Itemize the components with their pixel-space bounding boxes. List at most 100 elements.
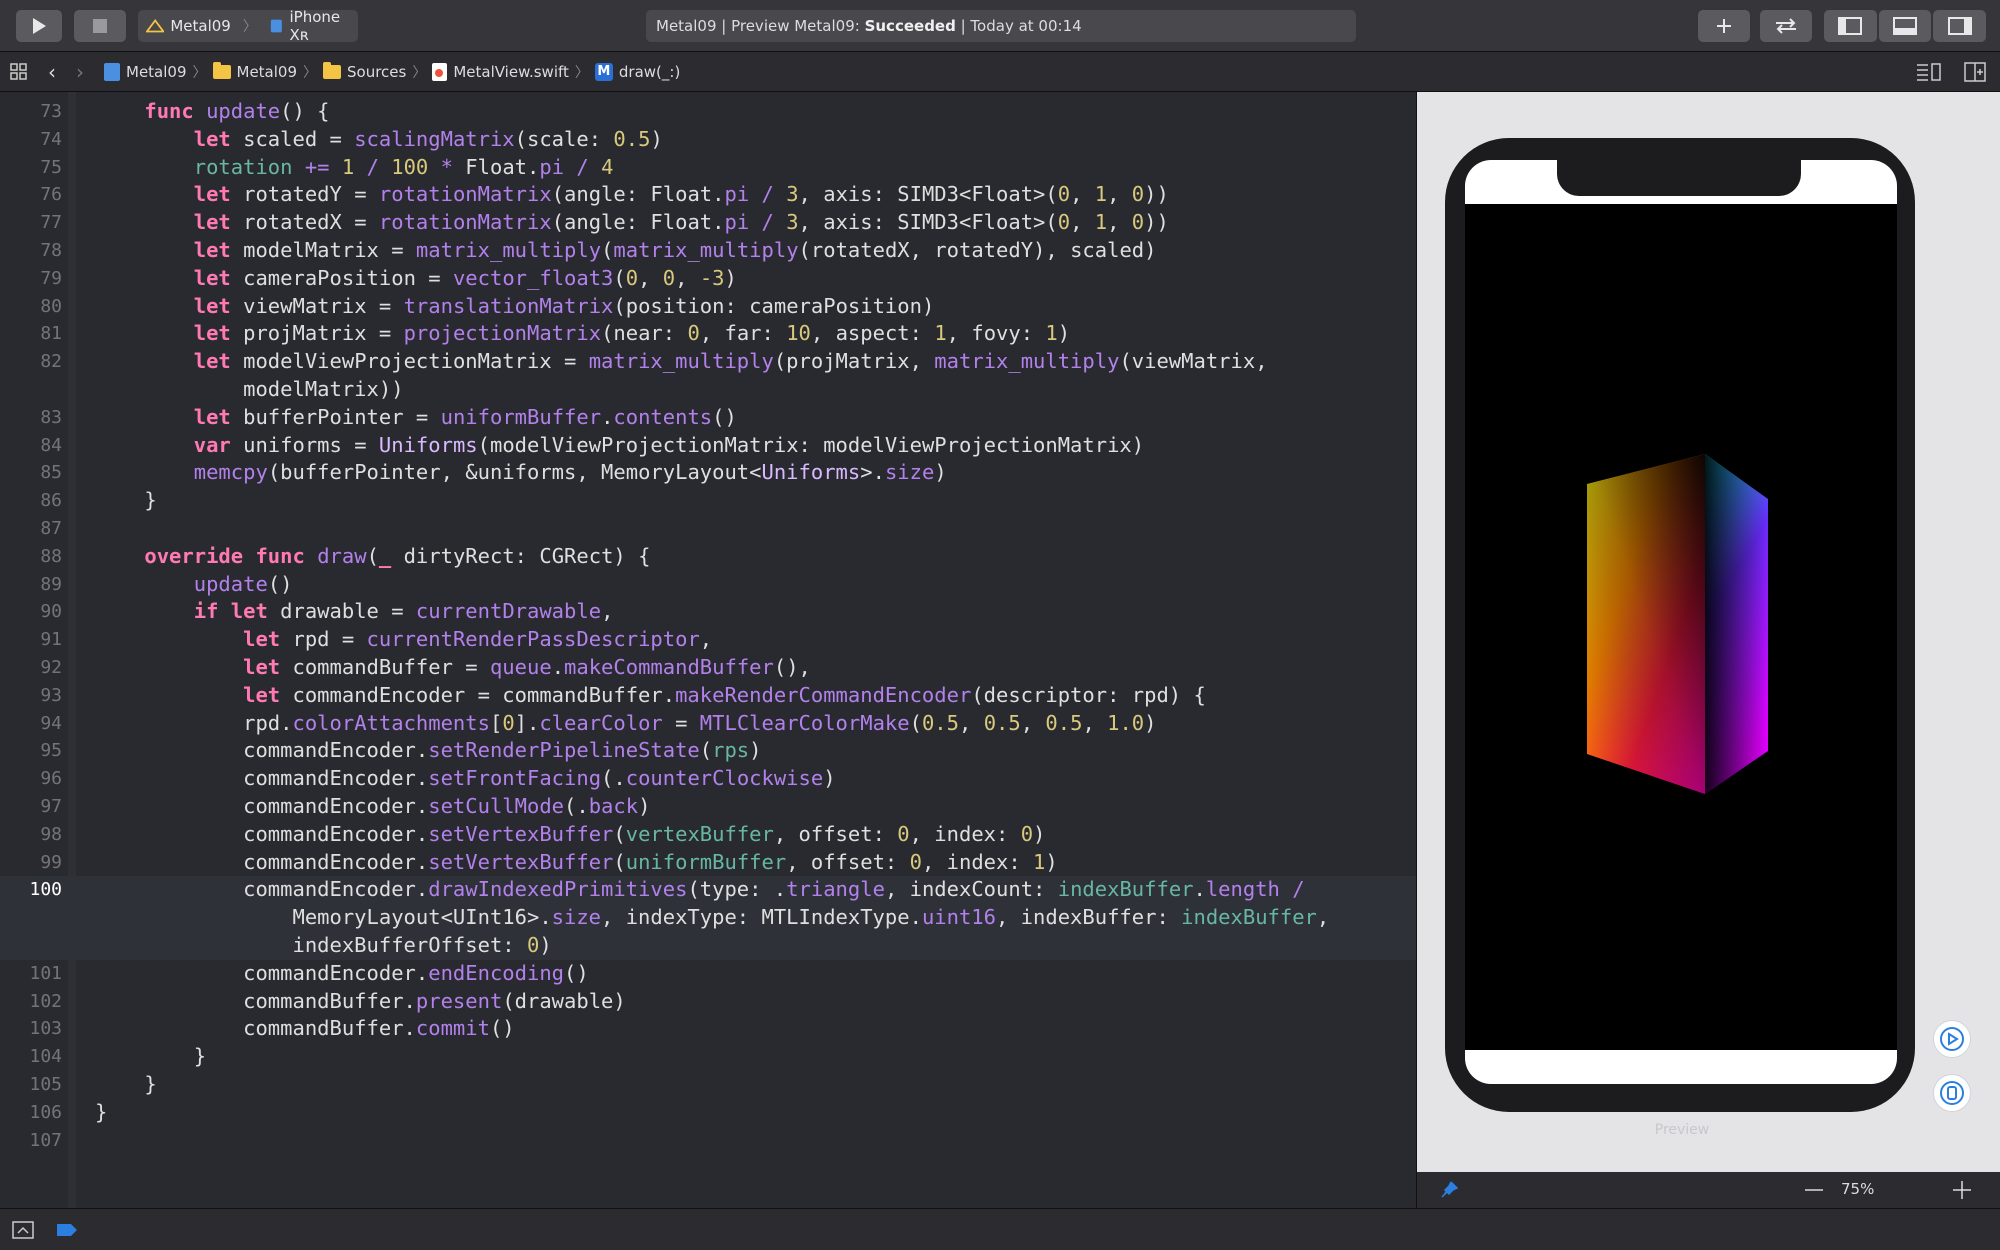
code-text[interactable]: MemoryLayout<UInt16>.size, indexType: MT… [95, 904, 1329, 932]
line-number[interactable]: 104 [0, 1043, 62, 1071]
code-line[interactable]: 94 rpd.colorAttachments[0].clearColor = … [0, 710, 1416, 738]
breadcrumb-file[interactable]: MetalView.swift [432, 62, 569, 81]
line-number[interactable]: 105 [0, 1071, 62, 1099]
code-line[interactable]: 93 let commandEncoder = commandBuffer.ma… [0, 682, 1416, 710]
code-line[interactable]: 78 let modelMatrix = matrix_multiply(mat… [0, 237, 1416, 265]
line-number[interactable]: 76 [0, 181, 62, 209]
code-line[interactable]: 101 commandEncoder.endEncoding() [0, 960, 1416, 988]
line-number[interactable]: 77 [0, 209, 62, 237]
code-text[interactable]: var uniforms = Uniforms(modelViewProject… [95, 432, 1144, 460]
line-number[interactable]: 74 [0, 126, 62, 154]
code-line[interactable]: 83 let bufferPointer = uniformBuffer.con… [0, 404, 1416, 432]
code-line[interactable]: 87 [0, 515, 1416, 543]
code-text[interactable]: let bufferPointer = uniformBuffer.conten… [95, 404, 737, 432]
code-text[interactable]: commandEncoder.drawIndexedPrimitives(typ… [95, 876, 1305, 904]
breadcrumb-group[interactable]: Metal09 [212, 61, 297, 81]
line-number[interactable]: 107 [0, 1127, 62, 1155]
code-text[interactable]: let cameraPosition = vector_float3(0, 0,… [95, 265, 737, 293]
code-line[interactable]: 73 func update() { [0, 98, 1416, 126]
hide-debug-area-icon[interactable] [12, 1221, 34, 1239]
code-review-button[interactable] [1760, 10, 1812, 42]
code-line[interactable]: 89 update() [0, 571, 1416, 599]
code-line[interactable]: 86 } [0, 487, 1416, 515]
line-number[interactable]: 93 [0, 682, 62, 710]
code-text[interactable]: } [95, 1099, 107, 1127]
add-editor-icon[interactable] [1964, 62, 1986, 82]
line-number[interactable]: 94 [0, 710, 62, 738]
code-text[interactable]: commandEncoder.setCullMode(.back) [95, 793, 650, 821]
line-number[interactable]: 75 [0, 154, 62, 182]
toggle-navigator-button[interactable] [1824, 10, 1877, 42]
code-line[interactable]: MemoryLayout<UInt16>.size, indexType: MT… [0, 904, 1416, 932]
code-line[interactable]: 106} [0, 1099, 1416, 1127]
code-line[interactable]: 103 commandBuffer.commit() [0, 1015, 1416, 1043]
code-line[interactable]: 100 commandEncoder.drawIndexedPrimitives… [0, 876, 1416, 905]
code-line[interactable]: 84 var uniforms = Uniforms(modelViewProj… [0, 432, 1416, 460]
code-line[interactable]: 102 commandBuffer.present(drawable) [0, 988, 1416, 1016]
code-text[interactable]: commandEncoder.setVertexBuffer(vertexBuf… [95, 821, 1045, 849]
related-items-icon[interactable] [10, 62, 28, 81]
editor-options-icon[interactable] [1916, 62, 1942, 82]
line-number[interactable]: 88 [0, 543, 62, 571]
line-number[interactable]: 86 [0, 487, 62, 515]
code-line[interactable]: 81 let projMatrix = projectionMatrix(nea… [0, 320, 1416, 348]
code-text[interactable]: let rotatedX = rotationMatrix(angle: Flo… [95, 209, 1169, 237]
source-editor[interactable]: 73 func update() {74 let scaled = scalin… [0, 92, 1416, 1208]
line-number[interactable]: 91 [0, 626, 62, 654]
breadcrumb-project[interactable]: Metal09 [104, 62, 187, 81]
code-line[interactable]: 92 let commandBuffer = queue.makeCommand… [0, 654, 1416, 682]
forward-arrow-icon[interactable]: › [76, 60, 84, 84]
code-text[interactable]: let modelViewProjectionMatrix = matrix_m… [95, 348, 1268, 376]
line-number[interactable]: 82 [0, 348, 62, 376]
code-text[interactable]: commandBuffer.commit() [95, 1015, 515, 1043]
code-text[interactable]: commandEncoder.setRenderPipelineState(rp… [95, 737, 761, 765]
run-button[interactable] [16, 10, 62, 42]
zoom-in-icon[interactable] [1951, 1180, 1973, 1200]
code-line[interactable]: 74 let scaled = scalingMatrix(scale: 0.5… [0, 126, 1416, 154]
breadcrumb-symbol[interactable]: M draw(_:) [594, 62, 680, 81]
toggle-debug-area-button[interactable] [1878, 10, 1932, 42]
code-line[interactable]: 82 let modelViewProjectionMatrix = matri… [0, 348, 1416, 376]
code-text[interactable]: rpd.colorAttachments[0].clearColor = MTL… [95, 710, 1156, 738]
code-line[interactable]: 88 override func draw(_ dirtyRect: CGRec… [0, 543, 1416, 571]
code-line[interactable]: 95 commandEncoder.setRenderPipelineState… [0, 737, 1416, 765]
library-button[interactable] [1698, 10, 1750, 42]
code-text[interactable]: let rpd = currentRenderPassDescriptor, [95, 626, 712, 654]
code-text[interactable]: modelMatrix)) [95, 376, 403, 404]
line-number[interactable]: 85 [0, 459, 62, 487]
code-line[interactable]: 107 [0, 1127, 1416, 1155]
line-number[interactable]: 99 [0, 849, 62, 877]
scheme-selector[interactable]: Metal09 〉 iPhone Xʀ [138, 8, 358, 44]
line-number[interactable]: 92 [0, 654, 62, 682]
code-line[interactable]: 80 let viewMatrix = translationMatrix(po… [0, 293, 1416, 321]
code-text[interactable]: commandBuffer.present(drawable) [95, 988, 626, 1016]
code-text[interactable]: let commandBuffer = queue.makeCommandBuf… [95, 654, 811, 682]
code-line[interactable]: 76 let rotatedY = rotationMatrix(angle: … [0, 181, 1416, 209]
line-number[interactable]: 78 [0, 237, 62, 265]
code-text[interactable]: commandEncoder.setVertexBuffer(uniformBu… [95, 849, 1058, 877]
line-number[interactable]: 98 [0, 821, 62, 849]
line-number[interactable]: 84 [0, 432, 62, 460]
breakpoints-toggle-icon[interactable] [56, 1223, 78, 1237]
line-number[interactable]: 87 [0, 515, 62, 543]
code-text[interactable]: func update() { [95, 98, 329, 126]
code-text[interactable]: commandEncoder.endEncoding() [95, 960, 589, 988]
breadcrumb-sources[interactable]: Sources [323, 61, 406, 81]
code-text[interactable]: let scaled = scalingMatrix(scale: 0.5) [95, 126, 663, 154]
line-number[interactable]: 96 [0, 765, 62, 793]
back-arrow-icon[interactable]: ‹ [48, 60, 56, 84]
code-text[interactable]: let viewMatrix = translationMatrix(posit… [95, 293, 935, 321]
line-number[interactable]: 90 [0, 598, 62, 626]
line-number[interactable]: 89 [0, 571, 62, 599]
code-text[interactable]: override func draw(_ dirtyRect: CGRect) … [95, 543, 650, 571]
code-line[interactable]: 99 commandEncoder.setVertexBuffer(unifor… [0, 849, 1416, 877]
code-line[interactable]: modelMatrix)) [0, 376, 1416, 404]
code-line[interactable]: 90 if let drawable = currentDrawable, [0, 598, 1416, 626]
code-text[interactable]: } [95, 487, 156, 515]
zoom-level[interactable]: 75% [1841, 1180, 1874, 1198]
code-text[interactable]: let modelMatrix = matrix_multiply(matrix… [95, 237, 1157, 265]
code-text[interactable]: } [95, 1043, 206, 1071]
line-number[interactable]: 81 [0, 320, 62, 348]
line-number[interactable]: 73 [0, 98, 62, 126]
code-line[interactable]: 96 commandEncoder.setFrontFacing(.counte… [0, 765, 1416, 793]
